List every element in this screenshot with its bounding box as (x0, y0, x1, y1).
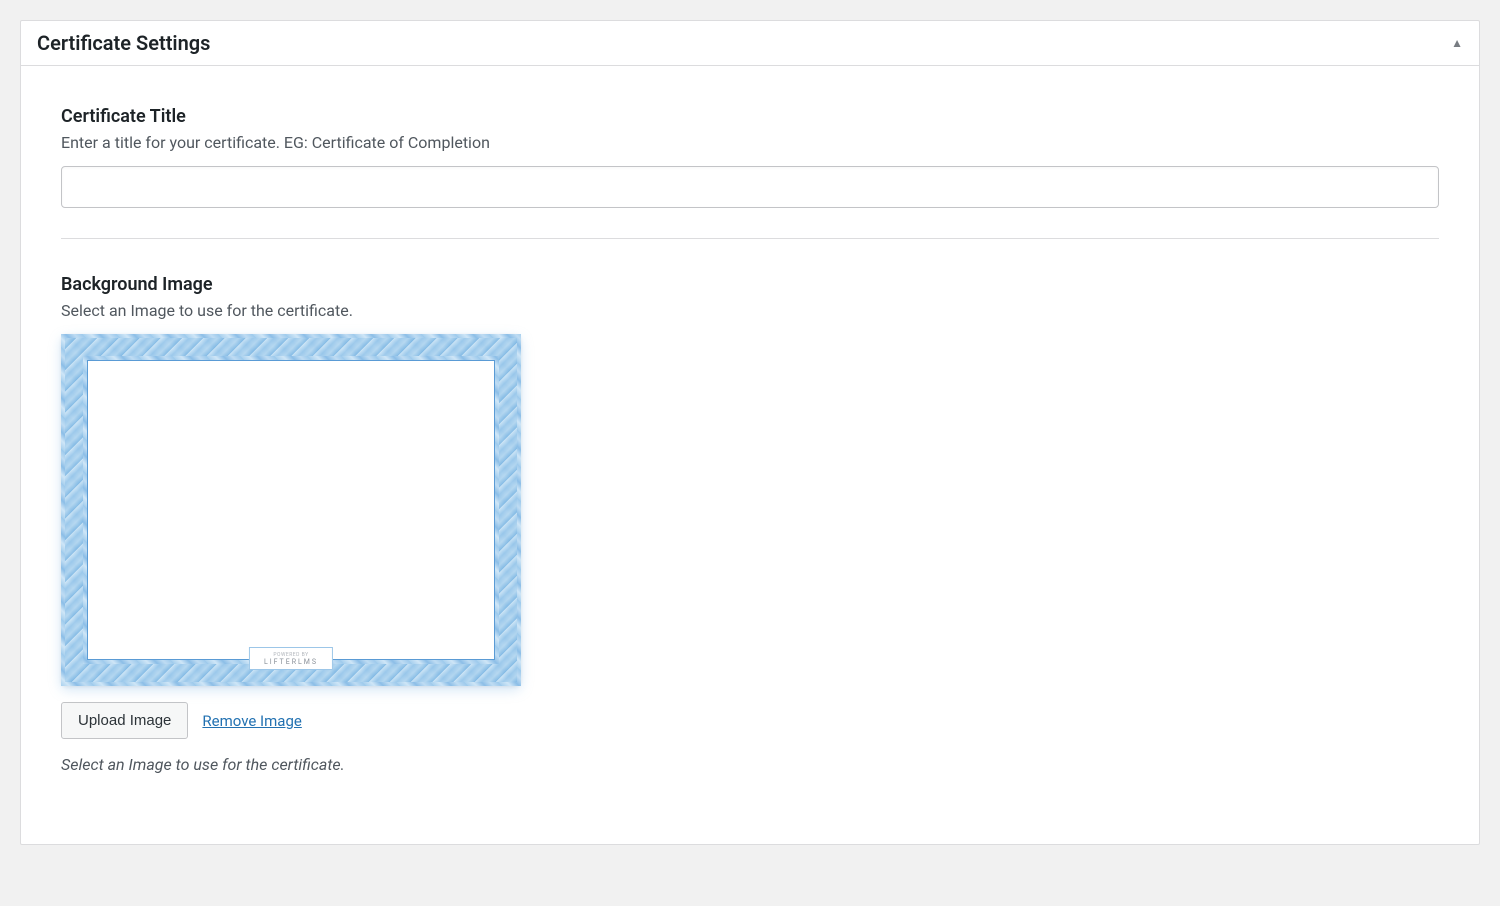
certificate-title-input[interactable] (61, 166, 1439, 208)
certificate-title-field: Certificate Title Enter a title for your… (61, 106, 1439, 208)
collapse-toggle-icon[interactable]: ▲ (1451, 36, 1463, 50)
background-image-help-text: Select an Image to use for the certifica… (61, 755, 1439, 774)
background-image-label: Background Image (61, 274, 1439, 295)
certificate-title-description: Enter a title for your certificate. EG: … (61, 133, 1439, 152)
panel-header: Certificate Settings ▲ (21, 21, 1479, 66)
panel-body: Certificate Title Enter a title for your… (21, 66, 1479, 844)
image-actions: Upload Image Remove Image (61, 702, 1439, 739)
certificate-title-label: Certificate Title (61, 106, 1439, 127)
certificate-settings-panel: Certificate Settings ▲ Certificate Title… (20, 20, 1480, 845)
upload-image-button[interactable]: Upload Image (61, 702, 188, 739)
panel-title: Certificate Settings (37, 31, 210, 55)
background-image-field: Background Image Select an Image to use … (61, 274, 1439, 774)
certificate-badge: POWERED BY LIFTERLMS (249, 647, 333, 670)
field-divider (61, 238, 1439, 239)
certificate-badge-text: LIFTERLMS (264, 658, 318, 666)
background-image-description: Select an Image to use for the certifica… (61, 301, 1439, 320)
certificate-border-inner (87, 360, 495, 660)
remove-image-link[interactable]: Remove Image (202, 712, 301, 730)
certificate-preview-image[interactable]: POWERED BY LIFTERLMS (61, 334, 521, 686)
